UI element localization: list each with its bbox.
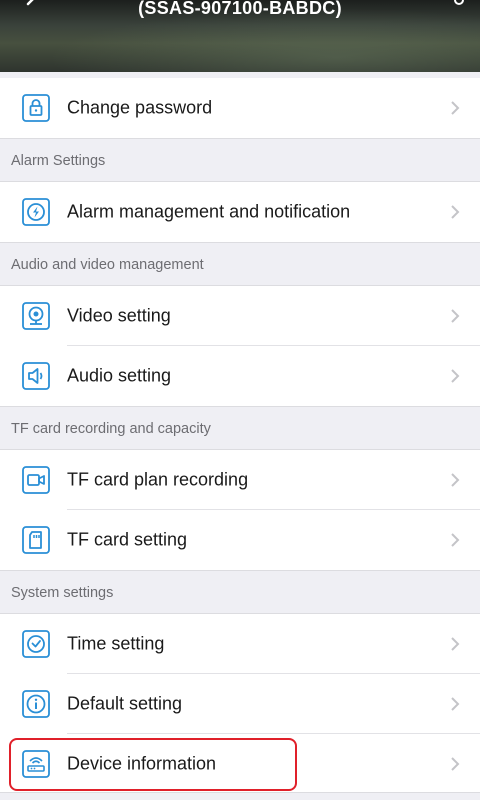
default-setting-row[interactable]: Default setting [0,674,480,734]
highlight-annotation [9,738,297,791]
chevron-right-icon [451,697,460,711]
change-password-row[interactable]: Change password [0,78,480,138]
alarm-management-label: Alarm management and notification [67,201,351,222]
lightning-icon [22,198,50,226]
chevron-right-icon [451,309,460,323]
bottom-spacer [0,792,480,800]
chevron-right-icon [451,101,460,115]
tf-plan-recording-row[interactable]: TF card plan recording [0,450,480,510]
section-header-alarm: Alarm Settings [0,138,480,182]
chevron-right-icon [451,473,460,487]
alarm-management-row[interactable]: Alarm management and notification [0,182,480,242]
section-header-audio-video: Audio and video management [0,242,480,286]
section-header-system: System settings [0,570,480,614]
tf-card-setting-row[interactable]: TF card setting [0,510,480,570]
more-icon[interactable] [452,0,466,8]
lock-icon [22,94,50,122]
chevron-right-icon [451,533,460,547]
webcam-icon [22,302,50,330]
change-password-label: Change password [67,97,213,118]
speaker-icon [22,362,50,390]
tf-card-setting-label: TF card setting [67,529,188,550]
audio-setting-row[interactable]: Audio setting [0,346,480,406]
audio-video-group: Video setting Audio setting [0,286,480,406]
video-setting-row[interactable]: Video setting [0,286,480,346]
clock-icon [22,630,50,658]
top-header: (SSAS-907100-BABDC) [0,0,480,72]
audio-setting-label: Audio setting [67,365,172,386]
time-setting-label: Time setting [67,633,165,654]
info-icon [22,690,50,718]
tf-plan-recording-label: TF card plan recording [67,469,249,490]
sd-card-icon [22,526,50,554]
default-setting-label: Default setting [67,693,183,714]
chevron-right-icon [451,637,460,651]
section-header-tf-card: TF card recording and capacity [0,406,480,450]
alarm-group: Alarm management and notification [0,182,480,242]
device-title: (SSAS-907100-BABDC) [138,0,342,18]
chevron-right-icon [451,205,460,219]
video-camera-icon [22,466,50,494]
tf-card-group: TF card plan recording TF card setting [0,450,480,570]
security-group: Change password [0,78,480,138]
chevron-right-icon [451,369,460,383]
time-setting-row[interactable]: Time setting [0,614,480,674]
video-setting-label: Video setting [67,305,171,326]
chevron-right-icon [451,757,460,771]
